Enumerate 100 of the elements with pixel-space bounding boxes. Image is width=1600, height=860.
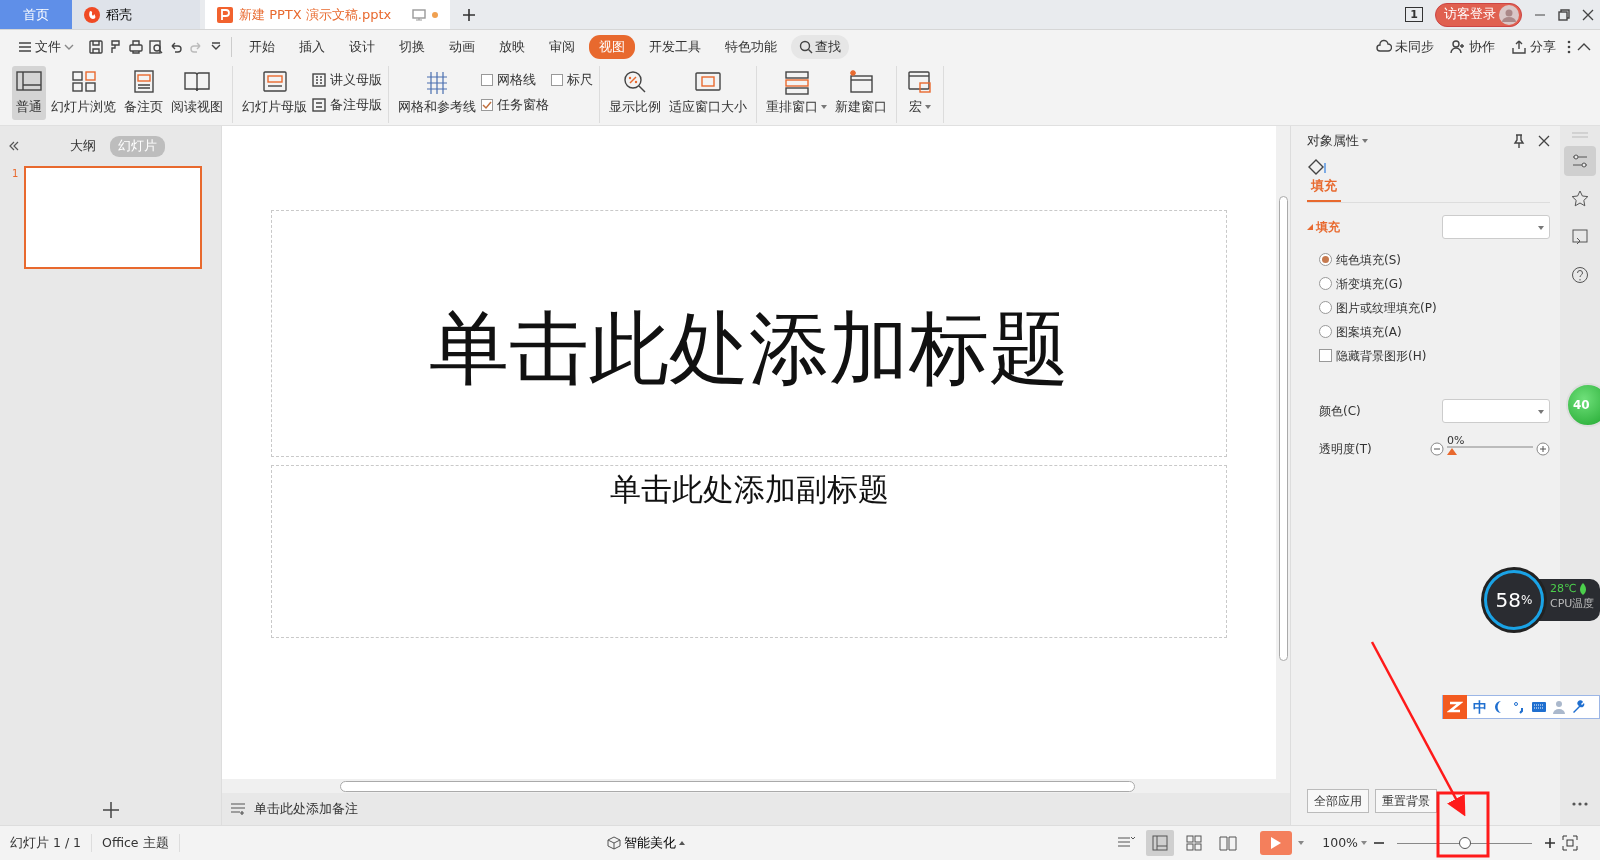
temperature-text: 28℃ — [1550, 581, 1577, 597]
menu-tab[interactable]: 特色功能 — [715, 35, 787, 59]
radio-option[interactable]: 图片或纹理填充(P) — [1319, 298, 1550, 317]
radio-option[interactable]: 纯色填充(S) — [1319, 250, 1550, 269]
search-icon — [799, 40, 813, 54]
save-icon[interactable] — [88, 39, 104, 55]
more-icon[interactable] — [1571, 801, 1589, 807]
unsaved-dot-icon — [432, 11, 438, 18]
radio-option[interactable]: 渐变填充(G) — [1319, 274, 1550, 293]
login-button[interactable]: 访客登录 — [1435, 2, 1522, 27]
ribbon-button[interactable]: 新建窗口 — [832, 66, 890, 120]
notes-field[interactable]: 单击此处添加备注 — [254, 799, 358, 819]
help-icon[interactable] — [1571, 266, 1589, 284]
ribbon-button[interactable]: 幻灯片浏览 — [48, 66, 119, 120]
ribbon-button[interactable]: 网格和参考线 — [395, 66, 479, 120]
beautify-button[interactable]: 智能美化 — [600, 832, 691, 854]
ribbon-button[interactable]: 阅读视图 — [168, 66, 226, 120]
toolbar-link[interactable]: 未同步 — [1370, 35, 1440, 59]
fit-screen-icon[interactable] — [1562, 835, 1578, 851]
more-icon[interactable] — [1566, 39, 1572, 55]
menu-tab[interactable]: 动画 — [439, 35, 485, 59]
menu-tab[interactable]: 切换 — [389, 35, 435, 59]
menu-tab[interactable]: 设计 — [339, 35, 385, 59]
panel-button[interactable]: 重置背景 — [1375, 789, 1437, 813]
ribbon-button[interactable]: 备注母版 — [312, 95, 382, 115]
slider-thumb[interactable] — [1447, 447, 1457, 455]
collapse-icon[interactable] — [1576, 42, 1592, 52]
window-icon — [906, 69, 934, 95]
ime-logo-icon[interactable] — [1447, 699, 1463, 715]
cube-icon — [606, 836, 621, 850]
zoom-in-icon[interactable] — [1544, 837, 1556, 849]
ribbon-button[interactable]: 讲义母版 — [312, 71, 382, 90]
punctuation-icon[interactable] — [1513, 700, 1525, 714]
plus-icon[interactable] — [1536, 442, 1550, 456]
radio-option[interactable]: 图案填充(A) — [1319, 322, 1550, 341]
star-icon[interactable] — [1571, 190, 1589, 208]
slides-file-icon — [217, 6, 233, 23]
close-icon[interactable] — [1538, 135, 1550, 148]
zoom-dropdown[interactable]: 100% — [1322, 833, 1367, 853]
ribbon-button[interactable]: 备注页 — [121, 66, 166, 120]
status-text: 幻灯片 1 / 1 — [10, 833, 93, 853]
checkbox-option[interactable]: 网格线 — [481, 71, 549, 90]
color-dropdown[interactable] — [1442, 398, 1550, 423]
panel-title[interactable]: 对象属性 — [1307, 132, 1359, 151]
caret-icon — [1538, 225, 1544, 230]
status-text[interactable]: Office 主题 — [92, 833, 180, 853]
menu-tab[interactable]: 开始 — [239, 35, 285, 59]
play-button[interactable] — [1260, 831, 1293, 855]
ribbon-button[interactable]: 重排窗口 — [763, 66, 830, 120]
search-button[interactable]: 查找 — [791, 35, 849, 59]
restore-icon[interactable] — [1558, 8, 1570, 21]
subtitle-placeholder[interactable]: 单击此处添加副标题 — [271, 465, 1227, 638]
toolbar-link[interactable]: 分享 — [1505, 35, 1562, 59]
ribbon-button[interactable]: 适应窗口大小 — [666, 66, 750, 120]
input-mode-button[interactable]: 中 — [1473, 696, 1487, 718]
toolbar-link[interactable]: 协作 — [1444, 35, 1501, 59]
panel-tab[interactable]: 大纲 — [62, 136, 104, 157]
menu-tab[interactable]: 开发工具 — [639, 35, 711, 59]
checkbox-option[interactable]: 隐藏背景图形(H) — [1319, 346, 1550, 365]
minus-icon[interactable] — [1430, 442, 1444, 456]
caret-icon — [64, 44, 74, 50]
slide-thumbnail[interactable] — [24, 165, 203, 269]
triangle-icon — [1307, 223, 1313, 230]
sliders-icon[interactable] — [1571, 152, 1589, 170]
pin-icon[interactable] — [1512, 134, 1526, 149]
new-window-icon — [847, 69, 875, 95]
ribbon-button[interactable]: 宏 — [903, 66, 937, 120]
cpu-label: CPU温度 — [1550, 596, 1595, 612]
checkbox-option[interactable]: 标尺 — [551, 71, 593, 90]
leaf-icon — [1579, 582, 1588, 595]
print-icon[interactable] — [128, 39, 144, 55]
panel-button[interactable]: 全部应用 — [1307, 789, 1369, 813]
menu-tab[interactable]: 审阅 — [539, 35, 585, 59]
print-preview-icon[interactable] — [148, 39, 164, 55]
stacked-windows-icon — [782, 69, 811, 95]
window-count-indicator[interactable]: 1 — [1405, 7, 1423, 22]
menu-tab[interactable]: 插入 — [289, 35, 335, 59]
window-tab[interactable]: 稻壳 — [72, 0, 200, 29]
cpu-usage-gauge: 58% — [1484, 570, 1544, 630]
wrench-icon[interactable] — [1571, 700, 1585, 714]
page-icon — [312, 98, 326, 113]
ribbon-button[interactable]: 普通 — [12, 66, 46, 120]
keyboard-icon[interactable] — [1531, 701, 1547, 713]
collapse-left-icon[interactable] — [8, 141, 20, 152]
zoom-slider-thumb[interactable] — [1458, 837, 1471, 849]
file-menu[interactable]: 文件 — [8, 35, 84, 59]
close-icon[interactable] — [1582, 8, 1594, 21]
checkbox-option[interactable]: 任务窗格 — [481, 95, 549, 115]
add-slide-icon[interactable] — [101, 801, 120, 819]
caret-icon — [1362, 139, 1368, 144]
plus-icon — [462, 7, 476, 22]
flame-icon — [84, 6, 100, 23]
vertical-scrollbar[interactable] — [1276, 126, 1290, 779]
ribbon-button[interactable]: 幻灯片母版 — [239, 66, 310, 120]
slideshow-icon[interactable] — [1571, 228, 1589, 246]
ribbon-button[interactable]: 显示比例 — [606, 66, 664, 120]
menu-tab[interactable]: 放映 — [489, 35, 535, 59]
caret-icon — [1361, 841, 1367, 845]
title-placeholder[interactable]: 单击此处添加标题 — [271, 210, 1227, 457]
slider-value: 0% — [1447, 434, 1466, 446]
